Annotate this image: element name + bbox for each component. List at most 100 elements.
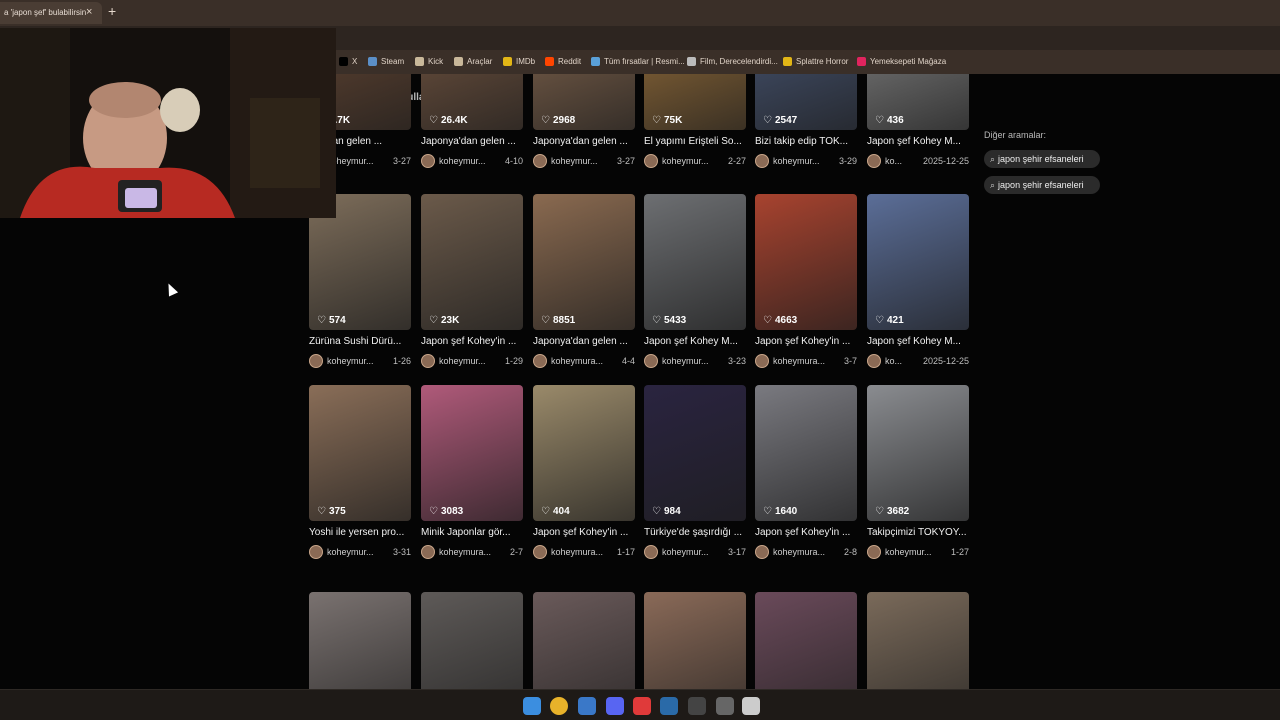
new-tab-button[interactable]: + — [108, 3, 116, 19]
obs-icon[interactable] — [716, 697, 734, 715]
video-thumbnail[interactable]: ♡ 5433 — [644, 194, 746, 330]
author-name[interactable]: koheymur... — [885, 547, 948, 557]
video-title[interactable]: Japon şef Kohey M... — [644, 336, 746, 347]
avatar[interactable] — [867, 154, 881, 168]
video-title[interactable]: Takipçimizi TOKYOY... — [867, 527, 969, 538]
avatar[interactable] — [421, 545, 435, 559]
bookmark-item[interactable]: Steam — [368, 57, 404, 66]
author-name[interactable]: ko... — [885, 356, 920, 366]
author-name[interactable]: koheymura... — [439, 547, 507, 557]
video-title[interactable]: Japon şef Kohey'in ... — [533, 527, 635, 538]
video-title[interactable]: Japon şef Kohey'in ... — [755, 527, 857, 538]
post-date: 4-10 — [504, 156, 523, 166]
video-thumbnail[interactable]: ♡ 2547 — [755, 74, 857, 130]
video-thumbnail[interactable]: ♡ 436 — [867, 74, 969, 130]
related-search-chip[interactable]: ⌕ japon şehir efsaneleri — [984, 150, 1100, 168]
steam-icon[interactable] — [660, 697, 678, 715]
video-thumbnail[interactable]: ♡ 421 — [867, 194, 969, 330]
video-thumbnail[interactable]: ♡ 984 — [644, 385, 746, 521]
bookmark-label: X — [352, 57, 358, 66]
video-title[interactable]: El yapımı Erişteli So... — [644, 136, 746, 147]
avatar[interactable] — [533, 154, 547, 168]
bookmark-item[interactable]: Kick — [415, 57, 443, 66]
bookmark-item[interactable]: Film, Derecelendirdi... — [687, 57, 778, 66]
windows-icon[interactable] — [523, 697, 541, 715]
video-thumbnail[interactable] — [867, 592, 969, 689]
author-name[interactable]: koheymur... — [439, 356, 502, 366]
video-title[interactable]: Japon şef Kohey'in ... — [421, 336, 523, 347]
bookmark-item[interactable]: X — [339, 57, 357, 66]
discord-icon[interactable] — [606, 697, 624, 715]
author-name[interactable]: koheymur... — [327, 156, 390, 166]
video-thumbnail[interactable]: ♡ 1640 — [755, 385, 857, 521]
video-title[interactable]: Bizi takip edip TOK... — [755, 136, 857, 147]
video-thumbnail[interactable]: ♡ 8851 — [533, 194, 635, 330]
avatar[interactable] — [644, 154, 658, 168]
video-title[interactable]: Yoshi ile yersen pro... — [309, 527, 411, 538]
avatar[interactable] — [644, 354, 658, 368]
author-name[interactable]: koheymur... — [439, 156, 502, 166]
video-thumbnail[interactable] — [644, 592, 746, 689]
avatar[interactable] — [755, 545, 769, 559]
bookmark-item[interactable]: Reddit — [545, 57, 581, 66]
video-title[interactable]: Japonya'dan gelen ... — [421, 136, 523, 147]
avatar[interactable] — [867, 354, 881, 368]
author-name[interactable]: koheymur... — [773, 156, 836, 166]
bookmark-item[interactable]: Araçlar — [454, 57, 492, 66]
video-thumbnail[interactable]: ♡ 23K — [421, 194, 523, 330]
avatar[interactable] — [533, 545, 547, 559]
video-title[interactable]: Minik Japonlar gör... — [421, 527, 523, 538]
video-thumbnail[interactable]: ♡ 375 — [309, 385, 411, 521]
video-thumbnail[interactable]: ♡ 404 — [533, 385, 635, 521]
close-icon[interactable]: × — [86, 6, 92, 18]
avatar[interactable] — [755, 154, 769, 168]
avatar[interactable] — [309, 545, 323, 559]
video-thumbnail[interactable]: ♡ 26.4K — [421, 74, 523, 130]
author-name[interactable]: koheymura... — [551, 356, 619, 366]
video-title[interactable]: Japon şef Kohey'in ... — [755, 336, 857, 347]
video-thumbnail[interactable] — [533, 592, 635, 689]
video-thumbnail[interactable] — [421, 592, 523, 689]
video-title[interactable]: Japon şef Kohey M... — [867, 336, 969, 347]
video-title[interactable]: Türkiye'de şaşırdığı ... — [644, 527, 746, 538]
video-title[interactable]: Japonya'dan gelen ... — [533, 336, 635, 347]
author-name[interactable]: koheymura... — [551, 547, 614, 557]
author-name[interactable]: koheymur... — [551, 156, 614, 166]
avatar[interactable] — [755, 354, 769, 368]
avatar[interactable] — [644, 545, 658, 559]
terminal-icon[interactable] — [688, 697, 706, 715]
media-player-icon[interactable] — [633, 697, 651, 715]
bookmark-item[interactable]: IMDb — [503, 57, 535, 66]
video-title[interactable]: Zürüna Sushi Dürü... — [309, 336, 411, 347]
avatar[interactable] — [421, 154, 435, 168]
video-title[interactable]: Japon şef Kohey M... — [867, 136, 969, 147]
avatar[interactable] — [309, 354, 323, 368]
video-title[interactable]: Japonya'dan gelen ... — [533, 136, 635, 147]
video-thumbnail[interactable]: ♡ 3682 — [867, 385, 969, 521]
avatar[interactable] — [533, 354, 547, 368]
mouse-icon[interactable] — [742, 697, 760, 715]
author-name[interactable]: koheymura... — [773, 547, 841, 557]
browser-tab[interactable]: a 'japon şef' bulabilirsin × — [0, 2, 102, 24]
video-thumbnail[interactable] — [755, 592, 857, 689]
related-search-chip[interactable]: ⌕ japon şehir efsaneleri — [984, 176, 1100, 194]
author-name[interactable]: koheymur... — [327, 356, 390, 366]
author-name[interactable]: koheymura... — [773, 356, 841, 366]
chrome-icon[interactable] — [550, 697, 568, 715]
author-name[interactable]: koheymur... — [662, 156, 725, 166]
video-thumbnail[interactable]: ♡ 2968 — [533, 74, 635, 130]
avatar[interactable] — [867, 545, 881, 559]
mail-icon[interactable] — [578, 697, 596, 715]
bookmark-item[interactable]: Splattre Horror — [783, 57, 848, 66]
avatar[interactable] — [421, 354, 435, 368]
author-name[interactable]: koheymur... — [662, 356, 725, 366]
author-name[interactable]: koheymur... — [327, 547, 390, 557]
video-thumbnail[interactable]: ♡ 75K — [644, 74, 746, 130]
video-thumbnail[interactable]: ♡ 3083 — [421, 385, 523, 521]
bookmark-item[interactable]: Tüm fırsatlar | Resmi... — [591, 57, 685, 66]
author-name[interactable]: ko... — [885, 156, 920, 166]
video-thumbnail[interactable] — [309, 592, 411, 689]
bookmark-item[interactable]: Yemeksepeti Mağaza — [857, 57, 946, 66]
video-thumbnail[interactable]: ♡ 4663 — [755, 194, 857, 330]
author-name[interactable]: koheymur... — [662, 547, 725, 557]
